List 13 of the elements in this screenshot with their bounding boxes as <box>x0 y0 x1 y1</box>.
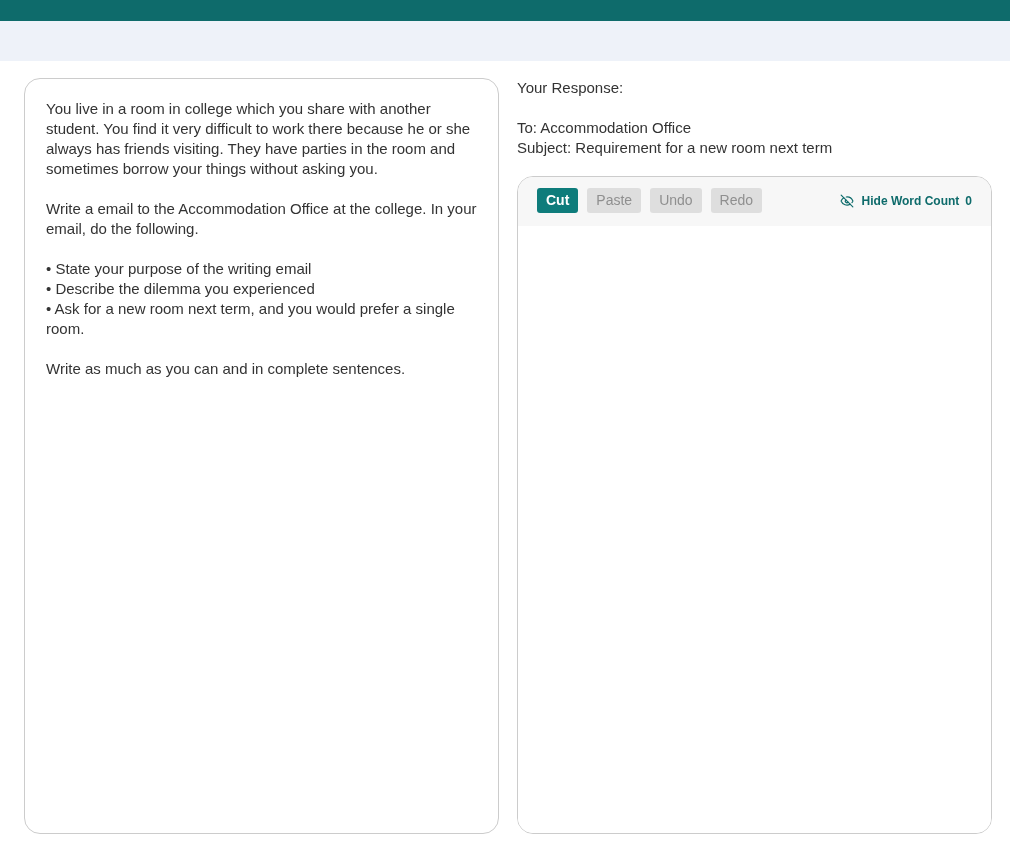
prompt-bullet: • Describe the dilemma you experienced <box>46 279 316 299</box>
response-label: Your Response: <box>517 78 625 98</box>
email-subject-line: Subject: Requirement for a new room next term <box>517 138 834 158</box>
hide-word-count-toggle[interactable]: Hide Word Count <box>839 190 960 211</box>
prompt-paragraph: You live in a room in college which you share with another student. You find it very difficult to work there because he or she always has friends visiting. They have parties in the room and sometimes borrow your things without asking you. <box>46 99 472 179</box>
prompt-paragraph: Write as much as you can and in complete sentences. <box>46 359 407 379</box>
word-count: 0 <box>965 192 972 210</box>
editor-button[interactable]: Cut <box>537 188 579 213</box>
eye-off-icon <box>839 193 854 208</box>
email-to-line: To: Accommodation Office <box>517 118 692 138</box>
prompt-paragraph: Write a email to the Accommodation Office at the college. In your email, do the following. <box>46 199 478 239</box>
prompt-bullet: • Ask for a new room next term, and you would prefer a single room. <box>46 299 456 339</box>
prompt-bullet: • State your purpose of the writing email <box>46 259 313 279</box>
